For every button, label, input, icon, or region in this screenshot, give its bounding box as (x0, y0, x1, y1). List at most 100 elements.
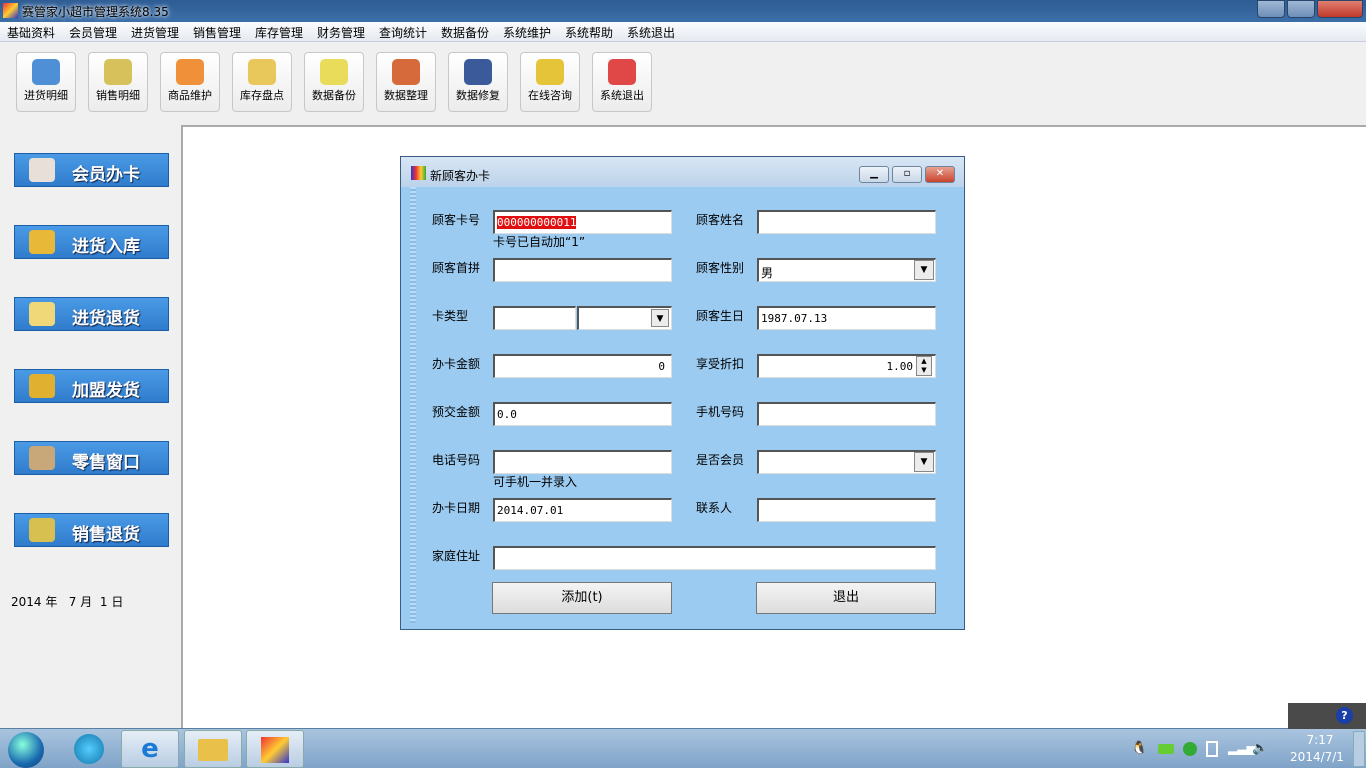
dialog-minimize-button[interactable]: ▁ (859, 166, 889, 183)
toolbar-button-9[interactable]: 系统退出 (592, 52, 652, 112)
menu-item[interactable]: 财务管理 (317, 24, 365, 41)
date-input[interactable]: 2014.07.01 (493, 498, 672, 522)
mobile-label: 手机号码 (696, 405, 745, 419)
amount-input[interactable]: 0 (493, 354, 672, 378)
mobile-input[interactable] (757, 402, 936, 426)
name-label: 顾客姓名 (696, 213, 745, 227)
phone-input[interactable] (493, 450, 672, 474)
gender-input[interactable]: 男 (757, 258, 936, 282)
qq-icon[interactable]: 🐧 (1131, 741, 1147, 756)
clock-date[interactable]: 2014/7/1 (1284, 750, 1350, 764)
toolbar-button-label: 销售明细 (96, 89, 140, 102)
explorer-taskbar-icon[interactable] (184, 730, 242, 768)
prepay-input[interactable]: 0.0 (493, 402, 672, 426)
menu-item[interactable]: 系统退出 (627, 24, 675, 41)
clock-time[interactable]: 7:17 (1290, 733, 1350, 747)
sidebar-button-3[interactable]: 进货退货 (14, 297, 169, 331)
maximize-button[interactable] (1287, 0, 1315, 18)
card-no-input[interactable]: 000000000011 (493, 210, 672, 234)
toolbar-button-3[interactable]: 商品维护 (160, 52, 220, 112)
date-label: 办卡日期 (432, 501, 481, 515)
amount-value: 0 (658, 360, 665, 373)
menu-item[interactable]: 会员管理 (69, 24, 117, 41)
pinyin-input[interactable] (493, 258, 672, 282)
add-button[interactable]: 添加(t) (492, 582, 672, 614)
name-input[interactable] (757, 210, 936, 234)
help-icon[interactable]: ? (1336, 707, 1353, 724)
sidebar-button-1[interactable]: 会员办卡 (14, 153, 169, 187)
birthday-label: 顾客生日 (696, 309, 745, 323)
toolbar-button-1[interactable]: 进货明细 (16, 52, 76, 112)
power-icon (608, 59, 636, 85)
menu-bar: 基础资料 会员管理 进货管理 销售管理 库存管理 财务管理 查询统计 数据备份 系统维护 系统帮助… (0, 22, 1366, 42)
notepad-icon (248, 59, 276, 85)
menu-item[interactable]: 进货管理 (131, 24, 179, 41)
show-desktop-button[interactable] (1353, 731, 1365, 767)
toolbar-button-6[interactable]: 数据整理 (376, 52, 436, 112)
usb-safe-remove-icon[interactable] (1183, 742, 1197, 756)
browser-pin-icon[interactable] (74, 734, 104, 764)
sidebar-button-label: 会员办卡 (72, 165, 140, 185)
close-button[interactable] (1317, 0, 1363, 18)
toolbar-button-label: 在线咨询 (528, 89, 572, 102)
toolbar-button-label: 数据整理 (384, 89, 428, 102)
gender-value: 男 (761, 266, 774, 280)
sidebar-button-2[interactable]: 进货入库 (14, 225, 169, 259)
menu-item[interactable]: 系统帮助 (565, 24, 613, 41)
sidebar-button-label: 进货入库 (72, 237, 140, 257)
start-button[interactable] (8, 732, 44, 768)
spinner-arrows-icon[interactable]: ▲ ▼ (916, 356, 932, 376)
member-icon (29, 158, 55, 182)
menu-item[interactable]: 基础资料 (7, 24, 55, 41)
prepay-value: 0.0 (497, 408, 517, 421)
chevron-down-icon[interactable]: ▼ (914, 452, 934, 472)
exit-button[interactable]: 退出 (756, 582, 936, 614)
discount-label: 享受折扣 (696, 357, 745, 371)
card-no-hint: 卡号已自动加“1” (493, 235, 586, 249)
toolbar-button-5[interactable]: 数据备份 (304, 52, 364, 112)
minimize-button[interactable] (1257, 0, 1285, 18)
address-input[interactable] (493, 546, 936, 570)
discount-input[interactable]: 1.00 (757, 354, 936, 378)
box-icon (176, 59, 204, 85)
card-type-input[interactable] (493, 306, 576, 330)
menu-item[interactable]: 查询统计 (379, 24, 427, 41)
toolbar-button-2[interactable]: 销售明细 (88, 52, 148, 112)
menu-item[interactable]: 系统维护 (503, 24, 551, 41)
sidebar-button-4[interactable]: 加盟发货 (14, 369, 169, 403)
volume-icon[interactable]: 🔈 (1252, 741, 1268, 756)
dialog-close-button[interactable]: ✕ (925, 166, 955, 183)
pinyin-label: 顾客首拼 (432, 261, 481, 275)
supermarket-app-taskbar-icon[interactable] (246, 730, 304, 768)
retail-icon (29, 446, 55, 470)
nvidia-icon[interactable] (1158, 744, 1174, 754)
is-member-input[interactable] (757, 450, 936, 474)
dialog-maximize-button[interactable]: ▫ (892, 166, 922, 183)
toolbar-button-4[interactable]: 库存盘点 (232, 52, 292, 112)
current-date: 2014 年 7 月 1 日 (11, 595, 124, 609)
chevron-down-icon[interactable]: ▼ (651, 309, 669, 327)
toolbar-button-label: 数据修复 (456, 89, 500, 102)
language-bar[interactable]: ? (1288, 703, 1366, 729)
dialog-app-icon (411, 166, 426, 180)
floppy-wrench-icon (464, 59, 492, 85)
ie-taskbar-icon[interactable]: e (121, 730, 179, 768)
menu-item[interactable]: 库存管理 (255, 24, 303, 41)
toolbar-button-7[interactable]: 数据修复 (448, 52, 508, 112)
power-plug-icon[interactable] (1206, 741, 1218, 757)
birthday-input[interactable]: 1987.07.13 (757, 306, 936, 330)
menu-item[interactable]: 数据备份 (441, 24, 489, 41)
sidebar-button-6[interactable]: 销售退货 (14, 513, 169, 547)
sidebar-button-5[interactable]: 零售窗口 (14, 441, 169, 475)
toolbar-button-8[interactable]: 在线咨询 (520, 52, 580, 112)
sidebar-button-label: 加盟发货 (72, 381, 140, 401)
discount-value: 1.00 (886, 360, 914, 373)
date-value: 2014.07.01 (497, 504, 564, 517)
chevron-down-icon[interactable]: ▼ (914, 260, 934, 280)
contact-input[interactable] (757, 498, 936, 522)
coins-icon (29, 374, 55, 398)
new-customer-card-dialog: 新顾客办卡 ▁ ▫ ✕ 顾客卡号 000000000011 卡号已自动加“1” 顾客姓… (400, 156, 965, 630)
menu-item[interactable]: 销售管理 (193, 24, 241, 41)
sidebar-button-label: 进货退货 (72, 309, 140, 329)
disc-icon (320, 59, 348, 85)
